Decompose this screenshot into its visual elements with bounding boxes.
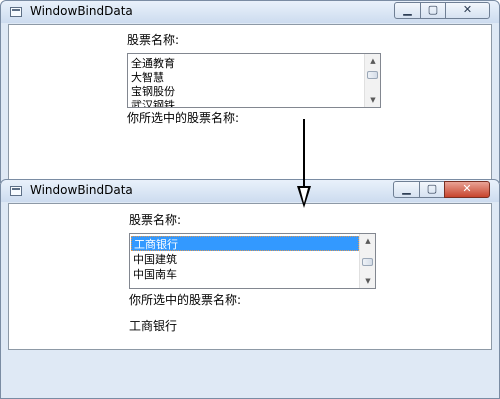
- close-button[interactable]: ✕: [445, 2, 490, 19]
- selected-stock-label: 你所选中的股票名称:: [129, 293, 242, 307]
- stock-listbox[interactable]: 工商银行 中国建筑 中国南车 ▲ ▼: [129, 233, 376, 289]
- maximize-icon: ▢: [426, 182, 438, 195]
- window-client-area: 股票名称: 工商银行 中国建筑 中国南车 ▲ ▼ 你所选中的股票名称: 工商银行: [8, 203, 492, 350]
- stock-name-label: 股票名称:: [129, 213, 182, 227]
- list-item[interactable]: 中国南车: [133, 267, 177, 282]
- window-title: WindowBindData: [30, 4, 133, 18]
- list-item-selected[interactable]: 工商银行: [131, 236, 359, 251]
- list-item[interactable]: 武汉钢铁: [131, 98, 175, 107]
- selected-stock-label: 你所选中的股票名称:: [127, 111, 240, 125]
- window-before: WindowBindData ▁ ▢ ✕ 股票名称: 全通教育 大智慧 宝钢股份…: [0, 0, 500, 183]
- maximize-button[interactable]: ▢: [419, 181, 445, 198]
- app-window-icon: [10, 7, 22, 17]
- vertical-scrollbar[interactable]: ▲ ▼: [359, 234, 375, 288]
- maximize-icon: ▢: [427, 3, 439, 16]
- title-bar[interactable]: WindowBindData ▁ ▢ ✕: [1, 1, 499, 23]
- maximize-button[interactable]: ▢: [420, 2, 446, 19]
- list-item[interactable]: 全通教育: [131, 56, 175, 71]
- minimize-button[interactable]: ▁: [394, 2, 421, 19]
- scroll-up-arrow-icon[interactable]: ▲: [365, 54, 380, 68]
- list-item[interactable]: 大智慧: [131, 70, 164, 85]
- close-icon: ✕: [462, 182, 472, 195]
- window-after: WindowBindData ▁ ▢ ✕ 股票名称: 工商银行 中国建筑 中国南…: [0, 179, 500, 399]
- vertical-scrollbar[interactable]: ▲ ▼: [364, 54, 380, 107]
- list-item[interactable]: 中国建筑: [133, 252, 177, 267]
- app-window-icon: [10, 186, 22, 196]
- scroll-thumb[interactable]: [367, 71, 378, 79]
- scroll-thumb[interactable]: [362, 258, 373, 266]
- stock-name-label: 股票名称:: [127, 33, 180, 47]
- title-bar[interactable]: WindowBindData ▁ ▢ ✕: [1, 180, 499, 202]
- scroll-up-arrow-icon[interactable]: ▲: [360, 234, 375, 248]
- window-client-area: 股票名称: 全通教育 大智慧 宝钢股份 武汉钢铁 ▲ ▼ 你所选中的股票名称:: [8, 24, 492, 182]
- selected-stock-value: 工商银行: [129, 319, 178, 333]
- list-item[interactable]: 宝钢股份: [131, 84, 175, 99]
- stock-listbox[interactable]: 全通教育 大智慧 宝钢股份 武汉钢铁 ▲ ▼: [127, 53, 381, 108]
- close-button[interactable]: ✕: [444, 181, 490, 198]
- window-title: WindowBindData: [30, 183, 133, 197]
- down-arrow-head-inner: [300, 188, 308, 203]
- close-icon: ✕: [462, 3, 473, 16]
- scroll-down-arrow-icon[interactable]: ▼: [360, 274, 375, 288]
- minimize-icon: ▁: [403, 3, 412, 16]
- scroll-down-arrow-icon[interactable]: ▼: [365, 93, 380, 107]
- minimize-button[interactable]: ▁: [393, 181, 420, 198]
- minimize-icon: ▁: [402, 182, 411, 195]
